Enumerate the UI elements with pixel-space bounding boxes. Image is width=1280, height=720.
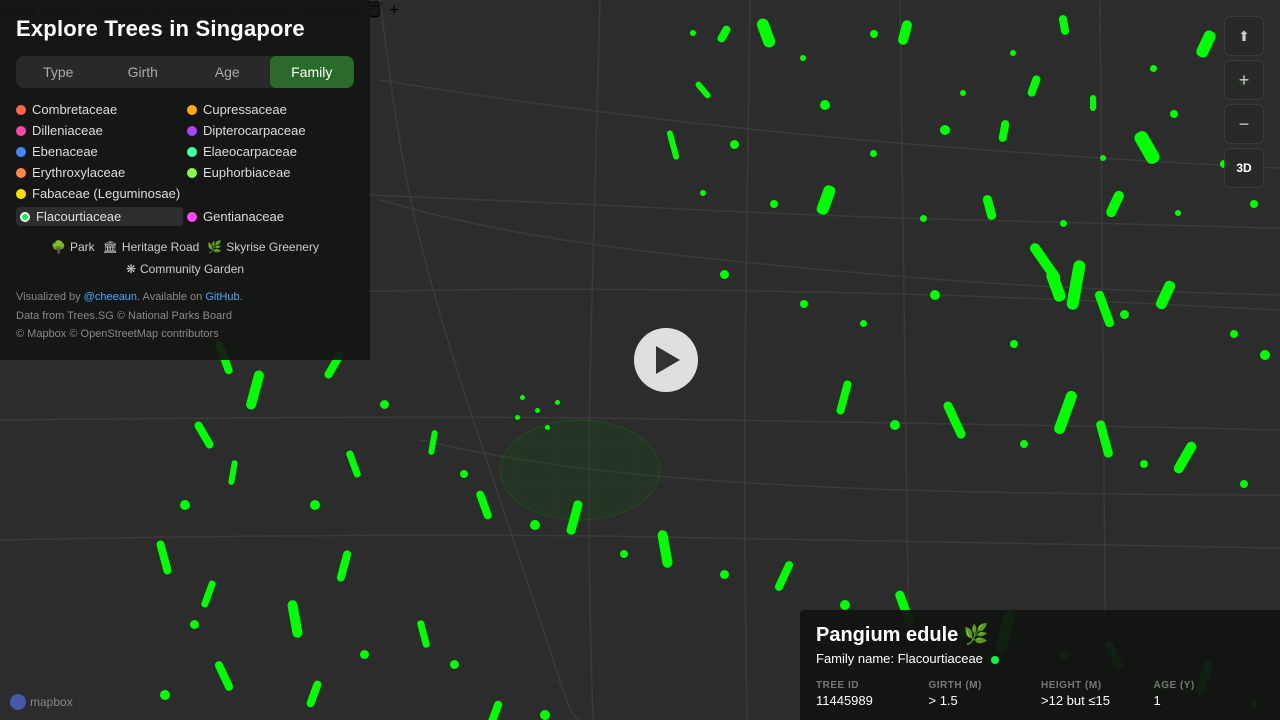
family-label-combretaceae: Combretaceae <box>32 102 117 117</box>
stat-tree-id-value: 11445989 <box>816 693 927 708</box>
skyrise-label: Skyrise Greenery <box>226 240 319 254</box>
legend-park: 🌳 Park <box>51 240 95 254</box>
family-dot-elaeocarpaceae <box>187 147 197 157</box>
stat-height-value: >12 but ≤15 <box>1041 693 1152 708</box>
family-dot-flacourtiaceae <box>20 212 30 222</box>
play-button[interactable] <box>634 328 698 392</box>
community-label: Community Garden <box>140 262 244 276</box>
threed-label: 3D <box>1236 161 1251 175</box>
family-label-elaeocarpaceae: Elaeocarpaceae <box>203 144 297 159</box>
community-icon: ❋ <box>126 262 136 276</box>
family-dot-dilleniaceae <box>16 126 26 136</box>
zoom-in-button[interactable]: + <box>1224 60 1264 100</box>
sidebar-panel: Explore Trees in Singapore Type Girth Ag… <box>0 0 370 360</box>
stat-girth: GIRTH (M) > 1.5 <box>929 676 1040 712</box>
family-item-erythroxylaceae[interactable]: Erythroxylaceae <box>16 165 183 180</box>
github-link[interactable]: GitHub <box>205 291 239 303</box>
map-controls: ⬆ + − 3D <box>1224 16 1264 188</box>
stat-tree-id-label: TREE ID <box>816 680 927 691</box>
park-label: Park <box>70 240 95 254</box>
stat-age-value: 1 <box>1154 693 1265 708</box>
play-icon <box>656 346 680 374</box>
visualized-by-text: Visualized by <box>16 291 84 303</box>
legend-icons: 🌳 Park 🏛 Heritage Road 🌿 Skyrise Greener… <box>16 240 354 276</box>
data-prefix: Data from <box>16 310 67 322</box>
tree-stats: TREE ID 11445989 GIRTH (M) > 1.5 HEIGHT … <box>816 676 1264 712</box>
data-source: Trees.SG © National Parks Board <box>67 310 232 322</box>
mapbox-logo: mapbox <box>10 694 73 710</box>
stat-age-label: AGE (Y) <box>1154 680 1265 691</box>
app-title: Explore Trees in Singapore <box>16 16 354 42</box>
family-item-cupressaceae[interactable]: Cupressaceae <box>187 102 354 117</box>
mapbox-text: mapbox <box>30 695 73 709</box>
family-dot-ebenaceae <box>16 147 26 157</box>
compass-button[interactable]: ⬆ <box>1224 16 1264 56</box>
tab-age[interactable]: Age <box>185 56 270 88</box>
stat-height-label: HEIGHT (M) <box>1041 680 1152 691</box>
family-item-flacourtiaceae[interactable]: Flacourtiaceae <box>16 207 183 226</box>
family-dot-combretaceae <box>16 105 26 115</box>
attribution-line2: Data from Trees.SG © National Parks Boar… <box>16 307 354 326</box>
family-label-ebenaceae: Ebenaceae <box>32 144 98 159</box>
family-value-dot <box>991 656 999 664</box>
tree-name: Pangium edule 🌿 <box>816 622 1264 647</box>
compass-icon: ⬆ <box>1238 28 1250 45</box>
family-label-gentianaceae: Gentianaceae <box>203 209 284 224</box>
mapbox-icon <box>10 694 26 710</box>
legend-skyrise: 🌿 Skyrise Greenery <box>207 240 319 254</box>
attribution-line1: Visualized by @cheeaun. Available on Git… <box>16 288 354 307</box>
tree-family-value: Flacourtiaceae <box>898 651 983 666</box>
family-item-dipterocarpaceae[interactable]: Dipterocarpaceae <box>187 123 354 138</box>
heritage-icon: 🏛 <box>103 240 118 254</box>
zoom-out-button[interactable]: − <box>1224 104 1264 144</box>
family-item-combretaceae[interactable]: Combretaceae <box>16 102 183 117</box>
family-label-fabaceae: Fabaceae (Leguminosae) <box>32 186 180 201</box>
stat-age: AGE (Y) 1 <box>1154 676 1265 712</box>
zoom-in-icon: + <box>1239 70 1250 91</box>
threed-button[interactable]: 3D <box>1224 148 1264 188</box>
family-item-euphorbiaceae[interactable]: Euphorbiaceae <box>187 165 354 180</box>
family-item-ebenaceae[interactable]: Ebenaceae <box>16 144 183 159</box>
family-label-euphorbiaceae: Euphorbiaceae <box>203 165 290 180</box>
legend-community: ❋ Community Garden <box>126 262 244 276</box>
family-dot-euphorbiaceae <box>187 168 197 178</box>
family-dot-gentianaceae <box>187 212 197 222</box>
family-label-erythroxylaceae: Erythroxylaceae <box>32 165 125 180</box>
attribution: Visualized by @cheeaun. Available on Git… <box>16 288 354 344</box>
tab-bar: Type Girth Age Family <box>16 56 354 88</box>
tree-info-panel: Pangium edule 🌿 Family name: Flacourtiac… <box>800 610 1280 720</box>
tab-family[interactable]: Family <box>270 56 355 88</box>
family-dot-erythroxylaceae <box>16 168 26 178</box>
family-item-dilleniaceae[interactable]: Dilleniaceae <box>16 123 183 138</box>
stat-height: HEIGHT (M) >12 but ≤15 <box>1041 676 1152 712</box>
author-link[interactable]: @cheeaun <box>84 291 137 303</box>
park-icon: 🌳 <box>51 240 66 254</box>
attribution-line3: © Mapbox © OpenStreetMap contributors <box>16 325 354 344</box>
family-label-flacourtiaceae: Flacourtiaceae <box>36 209 121 224</box>
separator-text: . Available on <box>137 291 205 303</box>
family-legend-list: Combretaceae Cupressaceae Dilleniaceae D… <box>16 102 354 226</box>
family-item-gentianaceae[interactable]: Gentianaceae <box>187 207 354 226</box>
heritage-label: Heritage Road <box>122 240 199 254</box>
tab-type[interactable]: Type <box>16 56 101 88</box>
stat-girth-value: > 1.5 <box>929 693 1040 708</box>
legend-heritage: 🏛 Heritage Road <box>103 240 200 254</box>
family-dot-dipterocarpaceae <box>187 126 197 136</box>
family-label-dipterocarpaceae: Dipterocarpaceae <box>203 123 306 138</box>
family-item-fabaceae[interactable]: Fabaceae (Leguminosae) <box>16 186 354 201</box>
stat-girth-label: GIRTH (M) <box>929 680 1040 691</box>
tree-family: Family name: Flacourtiaceae <box>816 651 1264 666</box>
family-label-dilleniaceae: Dilleniaceae <box>32 123 103 138</box>
family-dot-cupressaceae <box>187 105 197 115</box>
family-dot-fabaceae <box>16 189 26 199</box>
zoom-out-icon: − <box>1239 114 1250 135</box>
family-label-prefix: Family name: <box>816 651 898 666</box>
stat-tree-id: TREE ID 11445989 <box>816 676 927 712</box>
tab-girth[interactable]: Girth <box>101 56 186 88</box>
family-item-elaeocarpaceae[interactable]: Elaeocarpaceae <box>187 144 354 159</box>
family-label-cupressaceae: Cupressaceae <box>203 102 287 117</box>
skyrise-icon: 🌿 <box>207 240 222 254</box>
